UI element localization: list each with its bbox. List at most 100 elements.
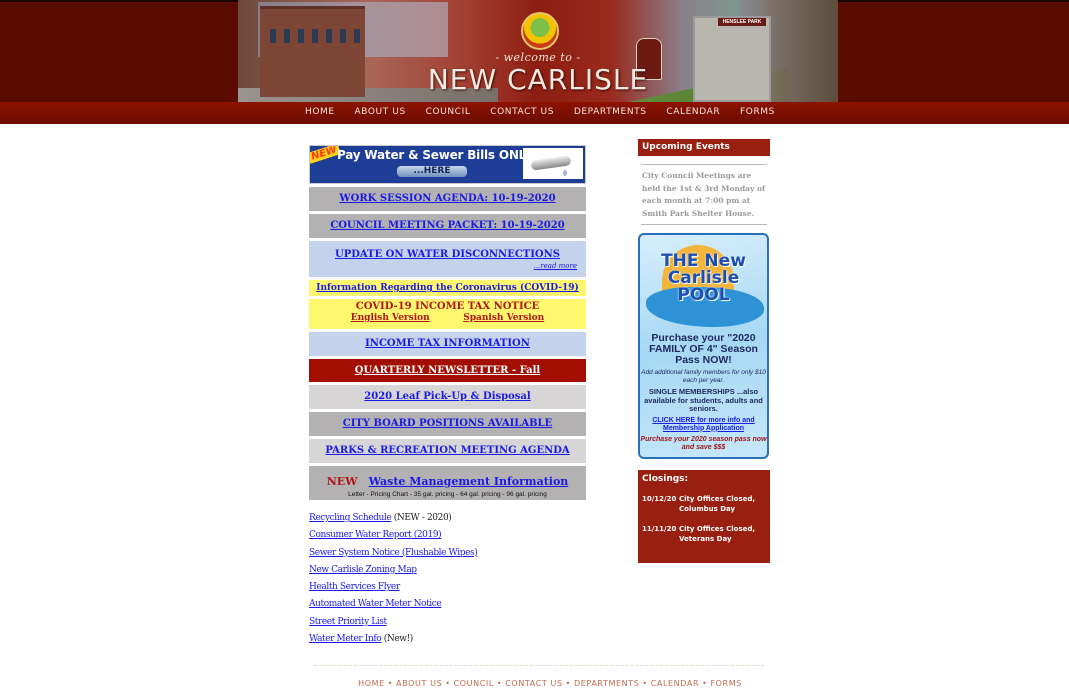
water-meter-info-link[interactable]: Water Meter Info xyxy=(309,634,382,644)
nav-council[interactable]: COUNCIL xyxy=(426,107,471,117)
separator: • xyxy=(702,679,708,688)
footer-about-us[interactable]: ABOUT US xyxy=(396,679,442,688)
zoning-map-link[interactable]: New Carlisle Zoning Map xyxy=(309,565,417,575)
waste-35gal-link[interactable]: 35 gal. pricing xyxy=(414,491,454,498)
document-list: Recycling Schedule (NEW - 2020) Consumer… xyxy=(309,510,586,648)
nav-forms[interactable]: FORMS xyxy=(740,107,775,117)
closing-text: City Offices Closed, Veterans Day xyxy=(679,525,756,543)
street-priority-link[interactable]: Street Priority List xyxy=(309,617,387,627)
pool-ad[interactable]: THE New Carlisle POOL Purchase your "202… xyxy=(638,233,769,459)
nav-contact-us[interactable]: CONTACT US xyxy=(490,107,554,117)
separator: • xyxy=(565,679,571,688)
divider xyxy=(641,224,767,225)
waste-96gal-link[interactable]: 96 gal. pricing xyxy=(506,491,546,498)
water-report-link[interactable]: Consumer Water Report (2019) xyxy=(309,530,442,540)
waste-pricing-chart-link[interactable]: Pricing Chart xyxy=(371,491,409,498)
water-drip-icon xyxy=(563,170,567,176)
list-item: Recycling Schedule (NEW - 2020) xyxy=(309,510,586,527)
closing-date: 11/11/20 xyxy=(642,525,677,533)
park-sign-title: HENSLEE PARK xyxy=(718,18,766,26)
council-packet-link[interactable]: COUNCIL MEETING PACKET: 10-19-2020 xyxy=(330,220,564,231)
waste-sublinks: Letter - Pricing Chart - 35 gal. pricing… xyxy=(309,491,586,498)
leaf-pickup-link[interactable]: 2020 Leaf Pick-Up & Disposal xyxy=(364,391,530,402)
pool-logo-line: POOL xyxy=(677,285,730,305)
covid-info-box: Information Regarding the Coronavirus (C… xyxy=(309,280,586,296)
list-item: Street Priority List xyxy=(309,614,586,631)
water-disconnections-link[interactable]: UPDATE ON WATER DISCONNECTIONS xyxy=(335,249,560,260)
site-title: NEW CARLISLE xyxy=(427,63,649,96)
footer-nav: HOME • ABOUT US • COUNCIL • CONTACT US • DEPARTM… xyxy=(300,679,800,688)
footer-council[interactable]: COUNCIL xyxy=(454,679,494,688)
council-packet-box: COUNCIL MEETING PACKET: 10-19-2020 xyxy=(309,214,586,238)
leaf-pickup-box: 2020 Leaf Pick-Up & Disposal xyxy=(309,385,586,409)
closing-item: 11/11/20 City Offices Closed, Veterans D… xyxy=(642,524,766,544)
doc-note: (NEW - 2020) xyxy=(391,513,452,523)
sidebar: Upcoming Events City Council Meetings ar… xyxy=(638,139,770,563)
pay-here-button[interactable]: ...HERE xyxy=(397,166,467,177)
covid-tax-box: COVID-19 INCOME TAX NOTICE English Versi… xyxy=(309,299,586,329)
footer-departments[interactable]: DEPARTMENTS xyxy=(574,679,639,688)
pool-ad-body: Purchase your "2020 FAMILY OF 4" Season … xyxy=(640,333,767,453)
pay-bills-text: Pay Water & Sewer Bills ONLINE xyxy=(337,148,549,162)
list-item: Water Meter Info (New!) xyxy=(309,631,586,648)
city-board-link[interactable]: CITY BOARD POSITIONS AVAILABLE xyxy=(343,418,552,429)
nav-about-us[interactable]: ABOUT US xyxy=(355,107,406,117)
city-board-box: CITY BOARD POSITIONS AVAILABLE xyxy=(309,412,586,436)
nav-home[interactable]: HOME xyxy=(305,107,335,117)
sewer-notice-link[interactable]: Sewer System Notice (Flushable Wipes) xyxy=(309,548,478,558)
separator: • xyxy=(445,679,451,688)
waste-letter-link[interactable]: Letter xyxy=(348,491,365,498)
covid-info-link[interactable]: Information Regarding the Coronavirus (C… xyxy=(316,283,579,293)
doc-note: (New!) xyxy=(381,634,414,645)
list-item: Automated Water Meter Notice xyxy=(309,596,586,613)
spanish-version-link[interactable]: Spanish Version xyxy=(463,313,544,323)
health-flyer-link[interactable]: Health Services Flyer xyxy=(309,582,400,592)
waste-64gal-link[interactable]: 64 gal. pricing xyxy=(460,491,500,498)
footer-home[interactable]: HOME xyxy=(358,679,385,688)
list-item: Consumer Water Report (2019) xyxy=(309,527,586,544)
footer-divider xyxy=(314,665,764,666)
covid-tax-title: COVID-19 INCOME TAX NOTICE xyxy=(355,301,540,312)
pool-subtext: Add additional family members for only $… xyxy=(641,369,766,384)
pool-logo: THE New Carlisle POOL xyxy=(640,253,767,304)
nav-calendar[interactable]: CALENDAR xyxy=(666,107,720,117)
separator: • xyxy=(642,679,648,688)
upcoming-events-title: Upcoming Events xyxy=(638,139,770,156)
newsletter-link[interactable]: QUARTERLY NEWSLETTER - Fall xyxy=(355,365,540,376)
pool-more-info-link[interactable]: CLICK HERE for more info and Membership … xyxy=(640,417,767,433)
nav-departments[interactable]: DEPARTMENTS xyxy=(574,107,647,117)
pool-single-memberships: SINGLE MEMBERSHIPS ...also available for… xyxy=(644,387,763,413)
new-label: NEW xyxy=(326,475,358,488)
top-nav: HOME ABOUT US COUNCIL CONTACT US DEPARTM… xyxy=(305,102,775,122)
city-seal-logo[interactable] xyxy=(521,12,559,50)
pay-bills-banner[interactable]: NEW Pay Water & Sewer Bills ONLINE ...HE… xyxy=(309,145,586,184)
parks-rec-link[interactable]: PARKS & RECREATION MEETING AGENDA xyxy=(325,445,569,456)
covid-tax-versions: English Version Spanish Version xyxy=(309,313,586,323)
footer-contact-us[interactable]: CONTACT US xyxy=(505,679,562,688)
footer-forms[interactable]: FORMS xyxy=(710,679,741,688)
parks-rec-box: PARKS & RECREATION MEETING AGENDA xyxy=(309,439,586,463)
faucet-image xyxy=(523,148,583,179)
work-session-box: WORK SESSION AGENDA: 10-19-2020 xyxy=(309,187,586,211)
list-item: Sewer System Notice (Flushable Wipes) xyxy=(309,545,586,562)
work-session-link[interactable]: WORK SESSION AGENDA: 10-19-2020 xyxy=(339,193,555,204)
pool-promo: Purchase your 2020 season pass now and s… xyxy=(640,435,767,452)
recycling-schedule-link[interactable]: Recycling Schedule xyxy=(309,513,392,523)
separator: • xyxy=(496,679,503,688)
waste-management-box: NEW Waste Management Information Letter … xyxy=(309,466,586,500)
footer-calendar[interactable]: CALENDAR xyxy=(651,679,699,688)
income-tax-link[interactable]: INCOME TAX INFORMATION xyxy=(365,338,530,349)
waste-management-link[interactable]: Waste Management Information xyxy=(369,475,569,488)
upcoming-events-text: City Council Meetings are held the 1st &… xyxy=(642,171,766,218)
faucet-icon xyxy=(530,155,572,171)
closing-item: 10/12/20 City Offices Closed, Columbus D… xyxy=(642,494,766,514)
list-item: New Carlisle Zoning Map xyxy=(309,562,586,579)
income-tax-box: INCOME TAX INFORMATION xyxy=(309,332,586,356)
water-disconnections-box: UPDATE ON WATER DISCONNECTIONS ...read m… xyxy=(309,241,586,277)
closings-box: Closings: 10/12/20 City Offices Closed, … xyxy=(638,470,770,563)
read-more-link[interactable]: ...read more xyxy=(534,262,577,270)
closing-text: City Offices Closed, Columbus Day xyxy=(679,495,756,513)
english-version-link[interactable]: English Version xyxy=(351,313,430,323)
separator: • xyxy=(387,679,394,688)
water-meter-notice-link[interactable]: Automated Water Meter Notice xyxy=(309,599,442,609)
